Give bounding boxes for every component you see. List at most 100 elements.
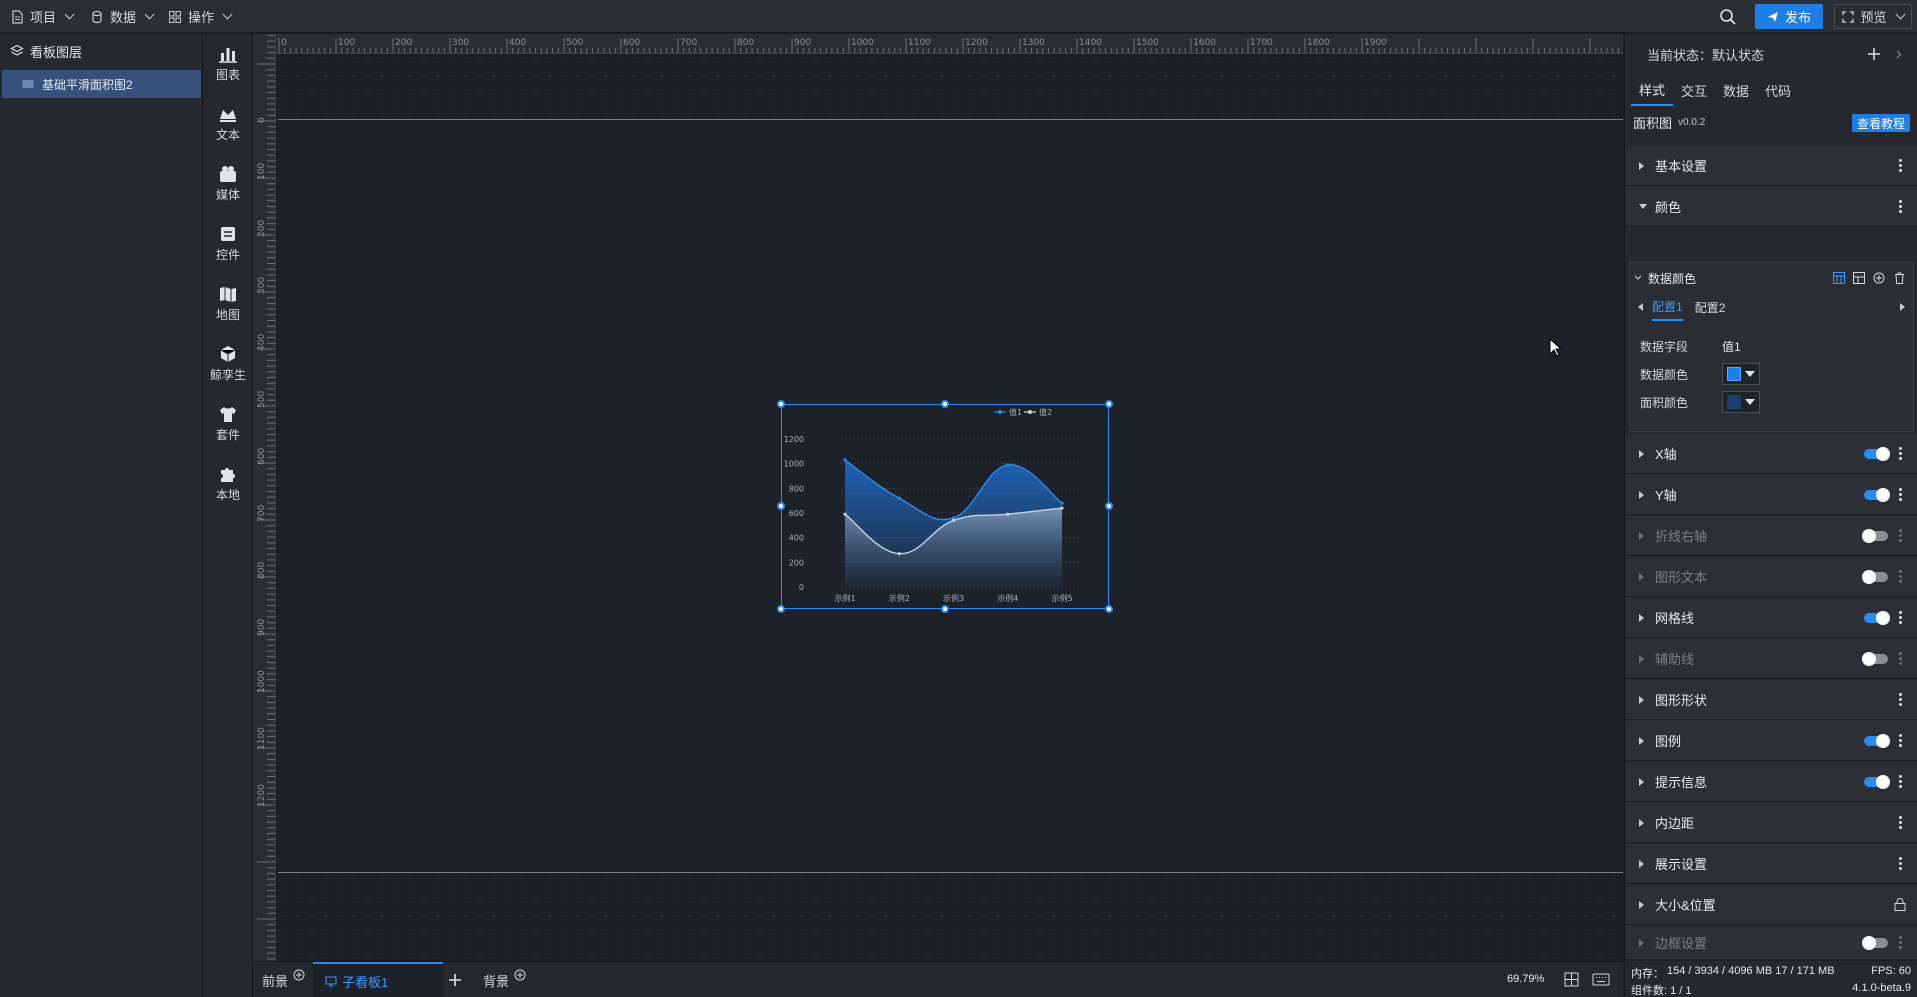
caret-right-icon	[1639, 938, 1644, 947]
resize-handle-ne[interactable]	[1105, 400, 1113, 408]
data-color-picker[interactable]	[1722, 363, 1760, 385]
resize-handle-n[interactable]	[941, 400, 949, 408]
menu-project[interactable]: 项目	[2, 4, 81, 29]
menu-data[interactable]: 数据	[82, 4, 161, 29]
more-icon[interactable]	[1899, 816, 1902, 829]
more-icon[interactable]	[1899, 936, 1902, 949]
section-border[interactable]: 边框设置	[1625, 926, 1917, 960]
fit-screen-icon[interactable]	[1564, 972, 1579, 987]
section-padding[interactable]: 内边距	[1625, 803, 1917, 843]
layer-item[interactable]: 基础平滑面积图2	[2, 70, 201, 98]
area-chart-widget[interactable]: 1200 1000 800 600 400 200 0 示例1 示例2 示例3 示例4 示例5 值1…	[777, 400, 1113, 613]
zoom-level[interactable]: 69.79%	[1507, 973, 1544, 985]
add-circle-icon[interactable]	[293, 969, 305, 981]
caret-right-icon[interactable]	[1900, 303, 1905, 311]
right-axis-toggle[interactable]	[1862, 528, 1888, 543]
shape-text-toggle[interactable]	[1862, 569, 1888, 584]
trash-icon[interactable]	[1894, 272, 1905, 284]
more-icon[interactable]	[1899, 570, 1902, 583]
aux-toggle[interactable]	[1862, 651, 1888, 666]
more-icon[interactable]	[1899, 652, 1902, 665]
more-icon[interactable]	[1899, 734, 1902, 747]
resize-handle-s[interactable]	[941, 605, 949, 613]
section-tooltip[interactable]: 提示信息	[1625, 762, 1917, 802]
section-shape[interactable]: 图形形状	[1625, 680, 1917, 720]
more-icon[interactable]	[1899, 529, 1902, 542]
component-label: 鲸孪生	[209, 368, 246, 382]
grid-toggle[interactable]	[1864, 610, 1890, 625]
section-color[interactable]: 颜色	[1625, 187, 1917, 227]
more-icon[interactable]	[1899, 447, 1902, 460]
layout-icon[interactable]	[1853, 272, 1865, 284]
component-map[interactable]: 地图	[203, 274, 253, 334]
component-twin[interactable]: 鲸孪生	[203, 334, 253, 394]
resize-handle-sw[interactable]	[777, 605, 785, 613]
config-tab-2[interactable]: 配置2	[1695, 299, 1726, 316]
legend-label[interactable]: 值1	[1009, 407, 1022, 417]
data-point	[897, 496, 901, 500]
menu-operation[interactable]: 操作	[160, 4, 239, 29]
preview-button[interactable]: 预览	[1834, 4, 1912, 29]
ruler-label: 600	[623, 38, 640, 48]
add-circle-icon[interactable]	[1873, 272, 1885, 284]
add-circle-icon[interactable]	[514, 969, 526, 981]
more-icon[interactable]	[1899, 857, 1902, 870]
lock-icon[interactable]	[1894, 898, 1906, 911]
xaxis-toggle[interactable]	[1864, 446, 1890, 461]
tooltip-toggle[interactable]	[1864, 774, 1890, 789]
more-icon[interactable]	[1899, 611, 1902, 624]
tab-data[interactable]: 数据	[1715, 74, 1757, 106]
x-tick-label: 示例4	[997, 593, 1018, 603]
table-icon[interactable]	[1833, 272, 1845, 284]
section-size[interactable]: 大小&位置	[1625, 885, 1917, 925]
more-icon[interactable]	[1899, 200, 1902, 213]
tab-style[interactable]: 样式	[1631, 74, 1674, 106]
component-text[interactable]: 文本	[203, 94, 253, 154]
more-icon[interactable]	[1899, 775, 1902, 788]
section-grid[interactable]: 网格线	[1625, 598, 1917, 638]
section-shape-text[interactable]: 图形文本	[1625, 557, 1917, 597]
tab-interaction[interactable]: 交互	[1673, 74, 1715, 106]
component-local[interactable]: 本地	[203, 454, 253, 514]
tab-background[interactable]: 背景	[483, 962, 526, 997]
section-xaxis[interactable]: X轴	[1625, 434, 1917, 474]
publish-button[interactable]: 发布	[1755, 4, 1823, 29]
component-control[interactable]: 控件	[203, 214, 253, 274]
caret-left-icon[interactable]	[1638, 303, 1643, 311]
yaxis-toggle[interactable]	[1864, 487, 1890, 502]
component-chart[interactable]: 图表	[203, 34, 253, 94]
component-kit[interactable]: 套件	[203, 394, 253, 454]
tab-code[interactable]: 代码	[1757, 74, 1799, 106]
resize-handle-w[interactable]	[777, 502, 785, 510]
section-aux[interactable]: 辅助线	[1625, 639, 1917, 679]
component-media[interactable]: 媒体	[203, 154, 253, 214]
chevron-right-icon[interactable]	[1896, 50, 1902, 59]
section-legend[interactable]: 图例	[1625, 721, 1917, 761]
config-tab-1[interactable]: 配置1	[1652, 293, 1683, 321]
layers-icon	[10, 44, 24, 56]
resize-handle-nw[interactable]	[777, 400, 785, 408]
field-value[interactable]: 值1	[1722, 338, 1741, 355]
section-display[interactable]: 展示设置	[1625, 844, 1917, 884]
more-icon[interactable]	[1899, 159, 1902, 172]
tab-subboard[interactable]: 子看板1	[313, 962, 443, 997]
resize-handle-se[interactable]	[1105, 605, 1113, 613]
tab-foreground[interactable]: 前景	[262, 962, 305, 997]
section-yaxis[interactable]: Y轴	[1625, 475, 1917, 515]
keyboard-icon[interactable]	[1592, 973, 1610, 986]
legend-toggle[interactable]	[1864, 733, 1890, 748]
border-toggle[interactable]	[1862, 935, 1888, 950]
tutorial-button[interactable]: 查看教程	[1851, 114, 1910, 132]
section-basic[interactable]: 基本设置	[1625, 146, 1917, 186]
data-color-header[interactable]: 数据颜色	[1630, 263, 1913, 293]
more-icon[interactable]	[1899, 693, 1902, 706]
legend-label[interactable]: 值2	[1039, 407, 1052, 417]
more-icon[interactable]	[1899, 488, 1902, 501]
state-value[interactable]: 默认状态	[1712, 45, 1764, 64]
add-state-icon[interactable]	[1868, 48, 1880, 60]
section-right-axis[interactable]: 折线右轴	[1625, 516, 1917, 556]
area-color-picker[interactable]	[1722, 391, 1760, 413]
add-tab-icon[interactable]	[449, 974, 461, 986]
resize-handle-e[interactable]	[1105, 502, 1113, 510]
search-icon[interactable]	[1719, 8, 1737, 26]
